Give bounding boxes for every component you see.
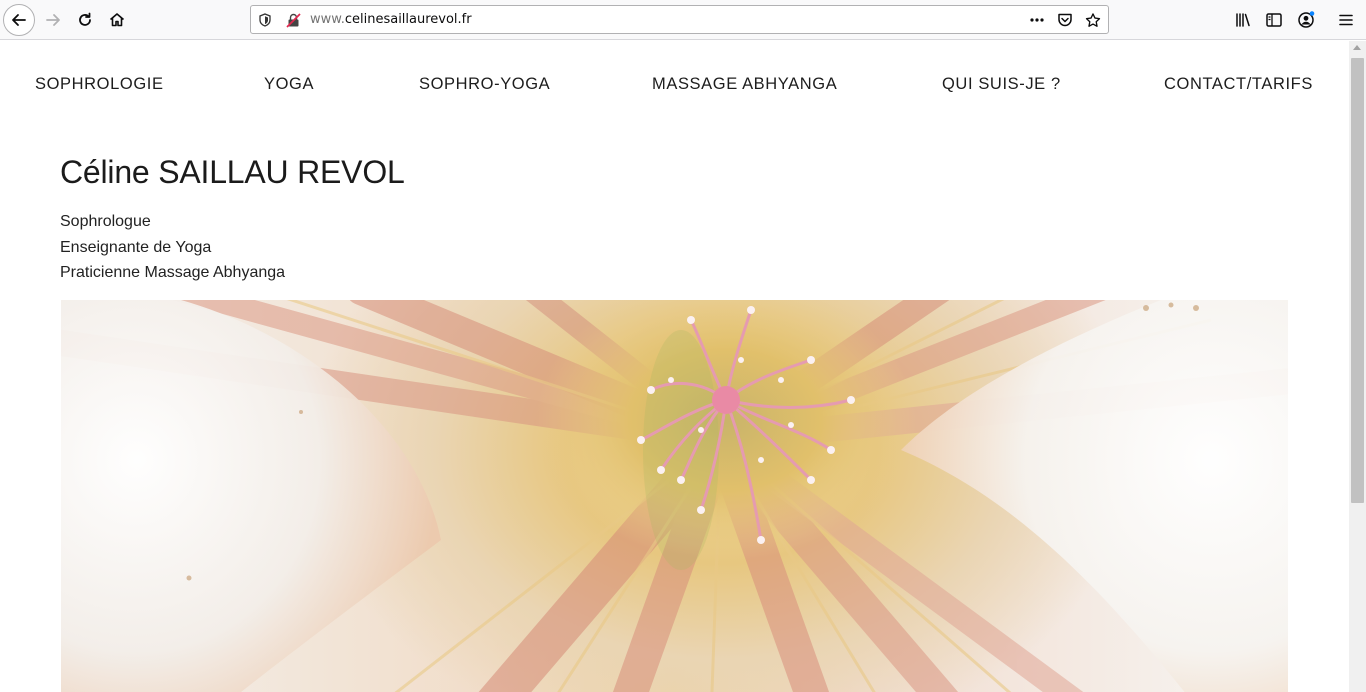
roles-list: Sophrologue Enseignante de Yoga Praticie…: [60, 209, 285, 286]
url-text[interactable]: www.celinesaillaurevol.fr: [310, 12, 472, 27]
menu-icon[interactable]: [1336, 10, 1356, 30]
back-button[interactable]: [3, 4, 35, 36]
forward-button[interactable]: [37, 4, 69, 36]
pocket-icon[interactable]: [1057, 12, 1073, 28]
site-navigation: SOPHROLOGIE YOGA SOPHRO-YOGA MASSAGE ABH…: [0, 41, 1349, 127]
reload-button[interactable]: [69, 4, 101, 36]
back-arrow-icon: [12, 14, 26, 26]
scroll-up-arrow-icon[interactable]: [1353, 45, 1361, 50]
reload-icon: [79, 12, 91, 26]
scrollbar-thumb[interactable]: [1351, 58, 1364, 503]
role-yoga-teacher: Enseignante de Yoga: [60, 238, 212, 256]
shield-icon[interactable]: [257, 12, 273, 28]
petal-right: [901, 300, 1288, 692]
home-button[interactable]: [101, 4, 133, 36]
nav-item-contact-tarifs[interactable]: CONTACT/TARIFS: [1164, 75, 1313, 94]
nav-item-yoga[interactable]: YOGA: [264, 75, 314, 94]
browser-toolbar: www.celinesaillaurevol.fr: [0, 0, 1366, 40]
url-bar[interactable]: www.celinesaillaurevol.fr: [250, 5, 1109, 34]
nav-item-sophrologie[interactable]: SOPHROLOGIE: [35, 75, 164, 94]
star-icon[interactable]: [1085, 12, 1101, 28]
home-icon: [109, 13, 125, 27]
nav-item-sophro-yoga[interactable]: SOPHRO-YOGA: [419, 75, 550, 94]
nav-item-qui-suis-je[interactable]: QUI SUIS-JE ?: [942, 75, 1061, 94]
insecure-lock-icon[interactable]: [285, 12, 301, 28]
page-scrollbar[interactable]: [1349, 41, 1366, 692]
nav-item-massage-abhyanga[interactable]: MASSAGE ABHYANGA: [652, 75, 837, 94]
flower-illustration: [61, 300, 1288, 692]
forward-arrow-icon: [46, 14, 60, 26]
petal-left: [61, 300, 441, 692]
role-sophrologue: Sophrologue: [60, 213, 151, 230]
hero-flower-image: [61, 300, 1288, 692]
page-title: Céline SAILLAU REVOL: [60, 154, 405, 190]
account-icon[interactable]: [1296, 10, 1316, 30]
url-prefix: www.: [310, 12, 345, 27]
stamen-core: [712, 386, 740, 414]
url-domain: celinesaillaurevol.fr: [344, 12, 472, 27]
page-viewport: SOPHROLOGIE YOGA SOPHRO-YOGA MASSAGE ABH…: [0, 41, 1349, 692]
library-icon[interactable]: [1233, 10, 1253, 30]
role-massage-practitioner: Praticienne Massage Abhyanga: [60, 264, 286, 281]
flower-center: [536, 300, 916, 560]
more-icon[interactable]: [1029, 12, 1045, 28]
sidebar-icon[interactable]: [1264, 10, 1284, 30]
